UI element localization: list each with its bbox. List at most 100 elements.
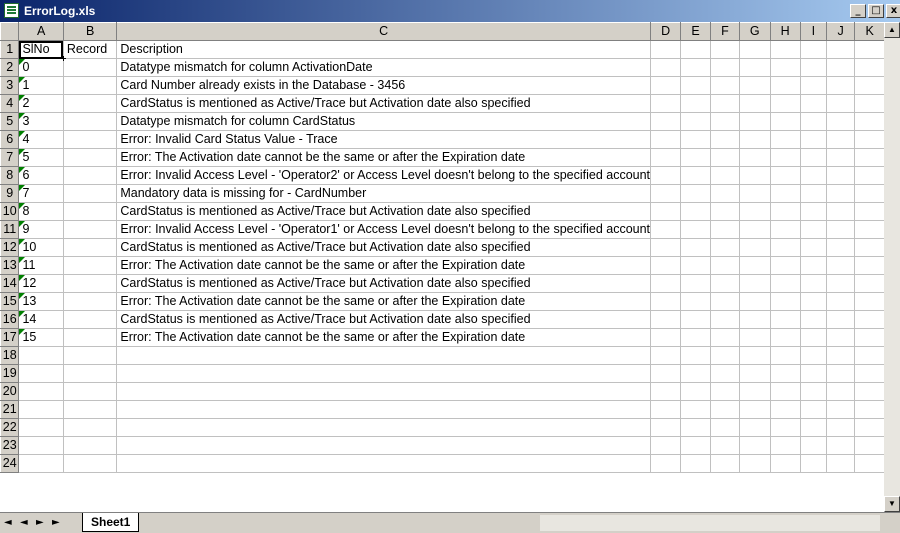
cell-empty[interactable] <box>650 400 682 419</box>
cell-empty[interactable] <box>826 346 856 365</box>
cell-slno[interactable] <box>18 382 64 401</box>
cell-record[interactable] <box>62 220 118 239</box>
cell-empty[interactable] <box>800 310 828 329</box>
cell-empty[interactable] <box>709 364 740 383</box>
cell-description[interactable]: Error: The Activation date cannot be the… <box>116 292 652 311</box>
cell-empty[interactable] <box>770 94 801 113</box>
cell-description[interactable]: Error: The Activation date cannot be the… <box>116 328 652 347</box>
cell-empty[interactable] <box>799 346 828 365</box>
cell-record[interactable] <box>62 274 118 293</box>
cell-empty[interactable] <box>826 130 856 149</box>
cell-empty[interactable] <box>770 256 801 275</box>
cell-empty[interactable] <box>739 166 771 185</box>
cell-empty[interactable] <box>650 310 682 329</box>
cell-empty[interactable] <box>770 58 801 77</box>
cell-empty[interactable] <box>709 382 740 401</box>
cell-empty[interactable] <box>826 94 856 113</box>
cell-description[interactable] <box>116 400 652 419</box>
cell-empty[interactable] <box>650 148 682 167</box>
cell-empty[interactable] <box>680 112 711 131</box>
cell-empty[interactable] <box>710 238 740 257</box>
cell-empty[interactable] <box>739 328 771 347</box>
cell-empty[interactable] <box>799 382 828 401</box>
cell-empty[interactable] <box>739 58 771 77</box>
cell-empty[interactable] <box>650 436 682 455</box>
cell-description[interactable]: Error: Invalid Card Status Value - Trace <box>116 130 652 149</box>
cell-empty[interactable] <box>854 454 885 473</box>
cell-description[interactable]: Error: Invalid Access Level - 'Operator2… <box>116 166 652 185</box>
row-header[interactable]: 5 <box>0 112 20 131</box>
cell-empty[interactable] <box>826 220 856 239</box>
cell-empty[interactable] <box>770 328 801 347</box>
cell-slno[interactable]: 0 <box>18 58 64 77</box>
cell-empty[interactable] <box>799 418 828 437</box>
cell-record[interactable] <box>62 310 118 329</box>
cell-empty[interactable] <box>826 292 856 311</box>
cell-empty[interactable] <box>650 130 682 149</box>
cell-empty[interactable] <box>680 418 711 437</box>
cell-record[interactable] <box>62 418 118 437</box>
cell-empty[interactable] <box>680 346 711 365</box>
column-header-c[interactable]: C <box>116 22 652 41</box>
cell-empty[interactable] <box>739 202 771 221</box>
cell-slno[interactable]: 8 <box>18 202 64 221</box>
cell-empty[interactable] <box>680 202 711 221</box>
row-header[interactable]: 14 <box>0 274 20 293</box>
cell-empty[interactable] <box>799 436 828 455</box>
cell-empty[interactable] <box>826 274 856 293</box>
cell-empty[interactable] <box>680 310 711 329</box>
cell-description[interactable]: Card Number already exists in the Databa… <box>116 76 652 95</box>
cell-empty[interactable] <box>826 310 856 329</box>
cell-empty[interactable] <box>854 328 885 347</box>
cell-empty[interactable] <box>739 220 771 239</box>
cell-empty[interactable] <box>680 76 711 95</box>
cell-empty[interactable] <box>650 454 682 473</box>
cell-slno[interactable]: 11 <box>18 256 64 275</box>
cell-empty[interactable] <box>769 382 801 401</box>
cell-empty[interactable] <box>710 220 740 239</box>
cell-empty[interactable] <box>680 166 711 185</box>
row-header[interactable]: 12 <box>0 238 20 257</box>
cell-description[interactable]: CardStatus is mentioned as Active/Trace … <box>116 202 652 221</box>
row-header[interactable]: 21 <box>0 400 20 419</box>
cell-empty[interactable] <box>680 238 711 257</box>
cell-empty[interactable] <box>826 202 856 221</box>
cell-empty[interactable] <box>854 166 885 185</box>
cell-empty[interactable] <box>800 148 828 167</box>
cell-slno[interactable]: 2 <box>18 94 64 113</box>
cell-empty[interactable] <box>710 40 740 59</box>
cell-empty[interactable] <box>680 58 711 77</box>
row-header[interactable]: 16 <box>0 310 20 329</box>
row-header[interactable]: 11 <box>0 220 20 239</box>
cell-empty[interactable] <box>770 76 801 95</box>
row-header[interactable]: 22 <box>0 418 20 437</box>
vertical-scrollbar[interactable]: ▲ ▼ <box>884 22 900 512</box>
cell-empty[interactable] <box>854 310 885 329</box>
row-header[interactable]: 23 <box>0 436 20 455</box>
row-header[interactable]: 19 <box>0 364 20 383</box>
cell-empty[interactable] <box>710 256 740 275</box>
cell-empty[interactable] <box>769 436 801 455</box>
cell-empty[interactable] <box>650 418 682 437</box>
cell-description[interactable] <box>116 436 652 455</box>
cell-slno[interactable]: 9 <box>18 220 64 239</box>
cell-empty[interactable] <box>826 364 856 383</box>
cell-description[interactable] <box>116 364 652 383</box>
cell-empty[interactable] <box>769 454 801 473</box>
cell-empty[interactable] <box>738 382 771 401</box>
cell-slno[interactable] <box>18 418 64 437</box>
cell-description[interactable]: Mandatory data is missing for - CardNumb… <box>116 184 652 203</box>
cell-empty[interactable] <box>826 418 856 437</box>
cell-record[interactable] <box>62 292 118 311</box>
cell-empty[interactable] <box>738 364 771 383</box>
cell-empty[interactable] <box>739 112 771 131</box>
cell-empty[interactable] <box>769 400 801 419</box>
column-header-j[interactable]: J <box>826 22 856 41</box>
cell-empty[interactable] <box>854 112 885 131</box>
cell-empty[interactable] <box>650 382 682 401</box>
cell-empty[interactable] <box>739 148 771 167</box>
cell-record[interactable] <box>62 436 118 455</box>
row-header[interactable]: 17 <box>0 328 20 347</box>
cell-slno[interactable]: 13 <box>18 292 64 311</box>
cell-record[interactable] <box>62 328 118 347</box>
